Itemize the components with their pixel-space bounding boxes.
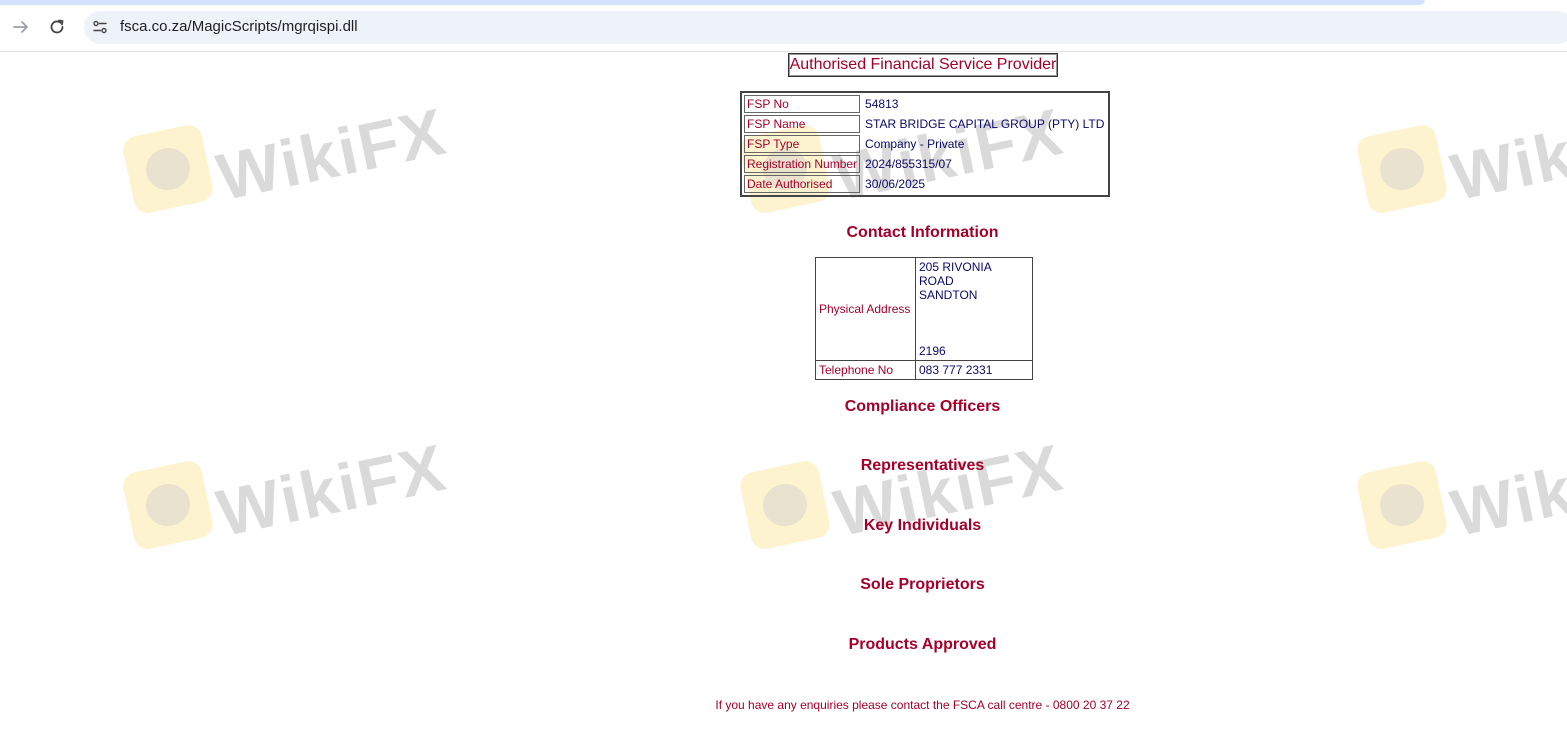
table-row: Telephone No 083 777 2331 [815,360,1033,380]
fsp-no-value: 54813 [865,97,899,111]
table-row: FSP Type Company - Private [744,135,1106,153]
fsp-no-label: FSP No [744,95,861,113]
watermark-logo: WikiFX [120,94,453,216]
watermark-eagle-icon [120,122,216,216]
table-row: Registration Number 2024/855315/07 [744,155,1106,173]
date-authorised-value: 30/06/2025 [865,177,926,191]
table-row: FSP Name STAR BRIDGE CAPITAL GROUP (PTY)… [744,115,1106,133]
watermark-eagle-icon [1354,122,1450,216]
postal-code: 2196 [919,344,946,358]
representatives-heading: Representatives [860,457,985,474]
page-content: WikiFX WikiFX WikiFX WikiFX WikiFX WikiF… [0,52,1567,742]
contact-table: Physical Address 205 RIVONIA ROAD SANDTO… [815,257,1033,380]
browser-toolbar: fsca.co.za/MagicScripts/mgrqispi.dll [0,5,1567,52]
telephone-label: Telephone No [815,360,916,380]
watermark-text: WikiFX [1444,93,1567,215]
site-settings-icon[interactable] [90,17,110,37]
registration-number-label: Registration Number [744,155,861,173]
watermark-logo: WikiFX [1354,94,1567,216]
address-bar[interactable]: fsca.co.za/MagicScripts/mgrqispi.dll [84,11,1567,44]
fsp-name-value: STAR BRIDGE CAPITAL GROUP (PTY) LTD [865,117,1105,131]
fsp-type-value: Company - Private [865,137,965,151]
fsp-type-label: FSP Type [744,135,861,153]
address-line-2: SANDTON [919,288,978,302]
footer-enquiries-text: If you have any enquiries please contact… [715,698,1130,712]
telephone-value: 083 777 2331 [915,360,1033,380]
table-row: FSP No 54813 [744,95,1106,113]
table-row: Date Authorised 30/06/2025 [744,175,1106,193]
fsp-name-label: FSP Name [744,115,861,133]
key-individuals-heading: Key Individuals [863,517,982,534]
compliance-officers-heading: Compliance Officers [844,398,1001,415]
page-title: Authorised Financial Service Provider [788,53,1058,77]
contact-information-heading: Contact Information [846,224,999,241]
url-text[interactable]: fsca.co.za/MagicScripts/mgrqispi.dll [120,18,358,35]
physical-address-label: Physical Address [815,257,916,361]
address-line-1: 205 RIVONIA ROAD [919,260,992,288]
watermark-text: WikiFX [210,93,453,215]
forward-arrow-icon[interactable] [9,15,33,39]
products-approved-heading: Products Approved [848,636,997,653]
registration-number-value: 2024/855315/07 [865,157,952,171]
date-authorised-label: Date Authorised [744,175,861,193]
sole-proprietors-heading: Sole Proprietors [860,576,985,593]
fsp-details-table: FSP No 54813 FSP Name STAR BRIDGE CAPITA… [740,91,1111,197]
reload-icon[interactable] [45,15,69,39]
table-row: Physical Address 205 RIVONIA ROAD SANDTO… [815,257,1033,361]
physical-address-value: 205 RIVONIA ROAD SANDTON 2196 [915,257,1033,361]
